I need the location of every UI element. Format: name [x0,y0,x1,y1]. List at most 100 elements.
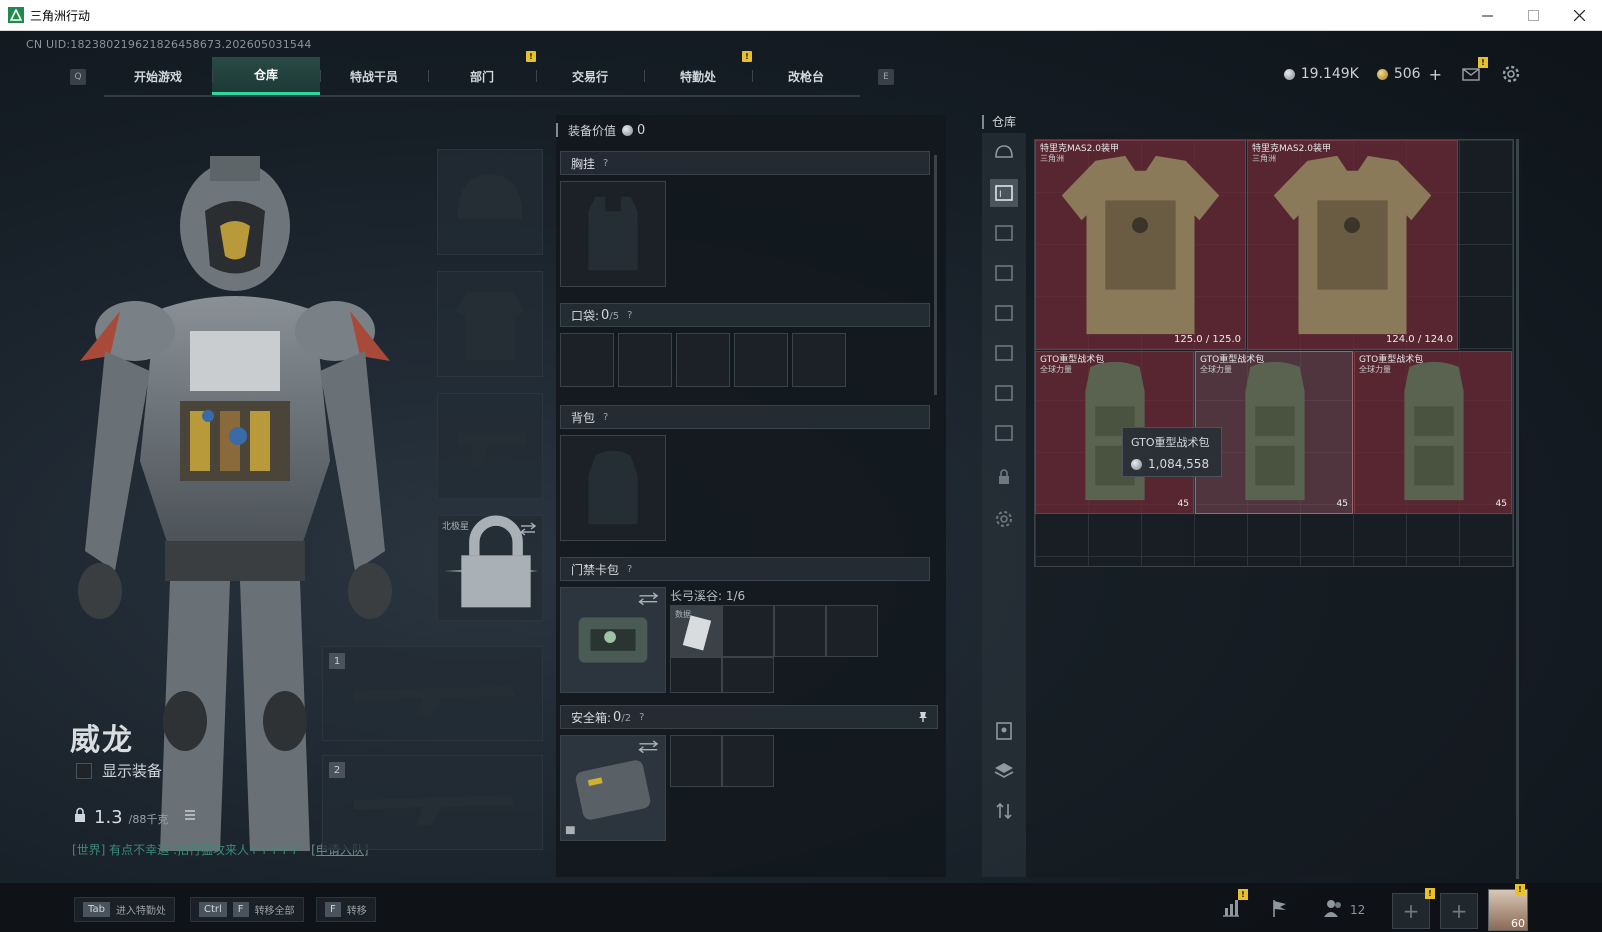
safebox-case-slot[interactable] [560,735,666,841]
storage-item-backpack[interactable]: GTO重型战术包 全球力量 45 [1354,351,1512,514]
primary-weapon-slot-2[interactable]: 2 [322,755,543,850]
safebox-count: 0/2 [613,710,631,725]
storage-tab-page-3[interactable] [990,259,1018,287]
safebox-header: 安全箱: 0/2 ? [560,705,938,729]
keycard-slot[interactable] [774,605,826,657]
nav-next-key[interactable]: E [878,69,894,85]
player-avatar[interactable]: ! 60 [1488,884,1528,931]
hint-enter-special-ops[interactable]: Tab 进入特勤处 [74,897,175,922]
storage-sort-button[interactable] [990,797,1018,825]
nav-prev-key[interactable]: Q [70,69,86,85]
close-button[interactable] [1556,0,1602,31]
equipment-value: 0 [622,123,645,138]
hint-transfer-all[interactable]: Ctrl F 转移全部 [190,897,304,922]
help-icon[interactable]: ? [627,310,632,321]
stats-button[interactable]: ! [1216,889,1248,923]
add-currency-button[interactable]: + [1429,65,1442,84]
section-title: 口袋: [571,308,600,323]
keycard-slot[interactable] [826,605,878,657]
pocket-slot[interactable] [676,333,730,387]
equipment-value-number: 0 [637,122,646,138]
storage-settings[interactable] [990,505,1018,533]
tab-special-ops[interactable]: 特勤处! [644,51,752,95]
storage-tab-page-5[interactable] [990,339,1018,367]
keycard-slot[interactable] [722,605,774,657]
storage-item-armor[interactable]: 特里克MAS2.0装甲 三角洲 124.0 / 124.0 [1247,140,1458,350]
invite-slot-2[interactable]: + [1440,893,1478,929]
id-badge-icon [996,722,1012,740]
window-title: 三角洲行动 [30,8,91,23]
keycard-slot[interactable] [670,657,722,693]
show-equipment-toggle[interactable]: 显示装备 [76,760,162,781]
maximize-button[interactable] [1510,0,1556,31]
minimize-button[interactable] [1464,0,1510,31]
tab-gunsmith[interactable]: 改枪台 [752,57,860,95]
nav-tabs: 开始游戏 仓库 特战干员 部门! 交易行 特勤处! 改枪台 [104,51,860,97]
main-nav: Q 开始游戏 仓库 特战干员 部门! 交易行 特勤处! 改枪台 E [70,51,894,97]
primary-weapon-slot-1[interactable]: 1 [322,646,543,741]
pocket-slot[interactable] [618,333,672,387]
pin-icon[interactable] [917,711,929,723]
friends-button[interactable] [1318,893,1348,923]
backpack-slot[interactable] [560,435,666,541]
keycard-header: 门禁卡包 ? [560,557,930,581]
tab-warehouse[interactable]: 仓库 [212,57,320,95]
storage-tab-page-7[interactable] [990,419,1018,447]
storage-user-button[interactable] [990,717,1018,745]
lock-icon [461,515,531,608]
melee-slot[interactable]: 北极星 [437,515,543,621]
hint-transfer[interactable]: F 转移 [316,897,376,922]
list-icon[interactable] [182,807,198,823]
storage-tab-page-2[interactable] [990,219,1018,247]
safebox-icon [565,740,659,835]
tab-label: 部门 [469,69,494,84]
helmet-slot[interactable] [437,149,543,255]
help-icon[interactable]: ? [603,158,608,169]
pistol-silhouette-icon [457,433,527,468]
safebox-slot[interactable] [722,735,774,787]
sidearm-slot[interactable] [437,393,543,499]
keycard-slot[interactable]: 数据 [670,605,722,657]
settings-button[interactable] [1500,63,1522,85]
slot-number: 2 [329,762,345,778]
tab-department[interactable]: 部门! [428,51,536,95]
flag-button[interactable] [1265,893,1295,923]
keycard-slot[interactable] [722,657,774,693]
storage-stack-button[interactable] [990,757,1018,785]
storage-item-armor[interactable]: 特里克MAS2.0装甲 三角洲 125.0 / 125.0 [1035,140,1246,350]
help-icon[interactable]: ? [627,564,632,575]
pocket-slot[interactable] [734,333,788,387]
equipment-scrollbar[interactable] [934,155,937,395]
tab-operators[interactable]: 特战干员 [320,57,428,95]
mail-button[interactable]: ! [1460,57,1488,85]
storage-tab-page-1[interactable]: I [990,179,1018,207]
help-icon[interactable]: ? [639,712,644,723]
body-armor-slot[interactable] [437,271,543,377]
silver-currency: 19.149K [1283,66,1359,82]
tab-trading[interactable]: 交易行 [536,57,644,95]
item-subtitle: 全球力量 [1359,365,1391,374]
item-subtitle: 三角洲 [1040,154,1064,163]
storage-tab-locked[interactable] [990,463,1018,491]
keycard-case-slot[interactable] [560,587,666,693]
tooltip-price: 1,084,558 [1131,457,1213,471]
safebox-slot[interactable] [670,735,722,787]
show-equipment-checkbox[interactable] [76,762,92,779]
storage-tab-page-4[interactable] [990,299,1018,327]
pocket-slot[interactable] [792,333,846,387]
tab-start-game[interactable]: 开始游戏 [104,57,212,95]
storage-tab-page-6[interactable] [990,379,1018,407]
pocket-slot[interactable] [560,333,614,387]
chest-rig-slot[interactable] [560,181,666,287]
tab-label: 特战干员 [349,69,398,84]
item-durability: 125.0 / 125.0 [1174,334,1241,345]
rifle-silhouette-icon [353,686,516,716]
item-name: 特里克MAS2.0装甲 三角洲 [1252,144,1331,164]
storage-tab-all[interactable] [990,139,1018,167]
help-icon[interactable]: ? [603,412,608,423]
hint-label: 转移全部 [254,906,295,917]
header-accent-bar [982,114,984,129]
invite-slot-1[interactable]: + ! [1392,888,1435,929]
storage-scrollbar[interactable] [1516,139,1519,879]
key-cap: F [325,902,341,917]
